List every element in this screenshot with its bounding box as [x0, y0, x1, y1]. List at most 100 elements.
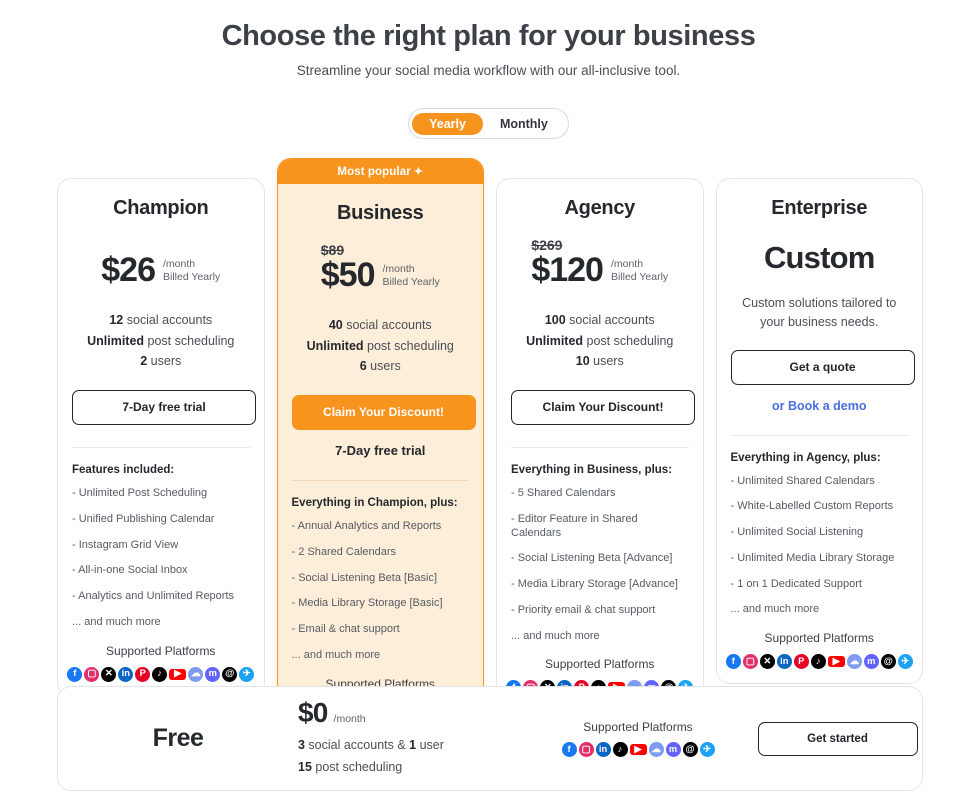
- tiktok-icon: ♪: [612, 742, 628, 757]
- plan-cta-button[interactable]: Claim Your Discount!: [291, 394, 476, 431]
- supported-platforms: Supported Platforms f▢✕inP♪▶☁m@✈: [717, 617, 923, 683]
- linkedin-icon: in: [118, 666, 134, 682]
- twitter-icon: ✈: [699, 742, 715, 757]
- pricing-page: Choose the right plan for your business …: [0, 0, 977, 803]
- plan-specs: 40 social accounts Unlimited post schedul…: [292, 315, 470, 377]
- feature-item: - Email & chat support: [291, 623, 400, 636]
- plan-spec: Unlimited post scheduling: [292, 336, 470, 357]
- features-list: Features included: - Unlimited Post Sched…: [58, 448, 264, 630]
- plan-spec: 2 users: [72, 351, 250, 372]
- plan-name: Business: [336, 202, 424, 224]
- feature-item: - Media Library Storage [Advance]: [511, 578, 678, 591]
- feature-item: - 5 Shared Calendars: [511, 487, 616, 500]
- features-list: Everything in Agency, plus: - Unlimited S…: [717, 436, 923, 618]
- facebook-icon: f: [67, 666, 83, 682]
- spec-label: social accounts: [342, 318, 432, 332]
- plan-description: Custom solutions tailored to your busine…: [742, 296, 897, 329]
- spec-value: Unlimited: [526, 333, 584, 348]
- plan-name: Agency: [564, 197, 636, 219]
- free-spec-posts: 15: [298, 759, 312, 774]
- feature-item: - Unlimited Media Library Storage: [730, 551, 895, 564]
- plan-cta-button[interactable]: Get a quote: [730, 349, 915, 385]
- plan-spec: 6 users: [292, 356, 470, 377]
- plan-specs: 100 social accounts Unlimited post schedu…: [511, 310, 689, 372]
- original-price: $89: [320, 241, 345, 258]
- plan-price: $50: [320, 255, 376, 294]
- book-a-demo-link[interactable]: or Book a demo: [731, 399, 909, 413]
- bluesky-icon: ☁: [846, 654, 862, 670]
- free-cta-wrapper: Get started: [753, 721, 922, 756]
- platforms-label: Supported Platforms: [545, 657, 655, 672]
- platform-icon-row: f▢✕inP♪▶☁m@✈: [67, 666, 255, 682]
- spec-value: 12: [109, 313, 124, 327]
- features-title: Everything in Business, plus:: [511, 464, 673, 477]
- pricing-card-champion: Champion $26/month Billed Yearly 12 social …: [57, 178, 265, 697]
- feature-item: - Unlimited Social Listening: [730, 526, 864, 539]
- price-meta: /month Billed Yearly: [383, 263, 440, 289]
- tiktok-icon: ♪: [810, 654, 826, 670]
- linkedin-icon: in: [595, 742, 611, 757]
- spec-value: 6: [359, 359, 367, 374]
- feature-item: - 2 Shared Calendars: [291, 545, 397, 558]
- feature-item: - Unified Publishing Calendar: [72, 512, 215, 525]
- free-price-period: /month: [333, 713, 366, 726]
- billing-note: Billed Yearly: [382, 275, 440, 288]
- linkedin-icon: in: [776, 654, 792, 670]
- price-period: /month: [610, 257, 644, 270]
- plan-cta-button[interactable]: 7-Day free trial: [72, 389, 256, 426]
- pricing-card-agency: Agency $269 $120/month Billed Yearly 100 soc…: [496, 178, 704, 711]
- features-title: Features included:: [72, 464, 175, 477]
- features-title: Everything in Champion, plus:: [291, 497, 458, 510]
- pinterest-icon: P: [793, 654, 809, 670]
- plan-name: Enterprise: [771, 197, 868, 219]
- spec-value: 10: [575, 354, 590, 369]
- youtube-icon: ▶: [169, 668, 187, 680]
- spec-label: social accounts: [565, 313, 655, 327]
- free-platform-icon-row: f ▢ in ♪ ▶ ☁ m @ ✈: [523, 742, 753, 757]
- billing-note: Billed Yearly: [610, 270, 669, 283]
- free-spec-posts-text: post scheduling: [311, 759, 403, 774]
- x-icon: ✕: [759, 654, 775, 670]
- spec-label: users: [589, 354, 624, 369]
- free-plan-name: Free: [152, 724, 204, 752]
- price-meta: /month Billed Yearly: [163, 258, 220, 284]
- threads-icon: @: [682, 742, 698, 757]
- instagram-icon: ▢: [578, 742, 594, 757]
- youtube-icon: ▶: [827, 656, 845, 668]
- feature-item: - 1 on 1 Dedicated Support: [730, 577, 862, 590]
- feature-item: - Unlimited Shared Calendars: [730, 474, 875, 487]
- feature-item: - Instagram Grid View: [72, 538, 179, 551]
- spec-value: Unlimited: [87, 333, 145, 348]
- plan-cta-button[interactable]: Claim Your Discount!: [511, 389, 695, 426]
- billing-note: Billed Yearly: [163, 270, 221, 283]
- feature-item: - Analytics and Unlimited Reports: [72, 590, 235, 603]
- price-block: $269 $120/month Billed Yearly: [511, 234, 689, 287]
- youtube-icon: ▶: [629, 744, 647, 755]
- toggle-option-yearly[interactable]: Yearly: [412, 112, 483, 135]
- x-icon: ✕: [101, 666, 117, 682]
- billing-toggle[interactable]: Yearly Monthly: [408, 108, 569, 140]
- feature-item: - Social Listening Beta [Basic]: [291, 571, 438, 584]
- free-supported-platforms: Supported Platforms f ▢ in ♪ ▶ ☁ m @ ✈: [523, 720, 753, 757]
- spec-label: users: [366, 359, 401, 374]
- feature-item: - Editor Feature in Shared Calendars: [511, 512, 638, 539]
- platforms-label: Supported Platforms: [106, 643, 216, 658]
- billing-toggle-wrapper: Yearly Monthly: [0, 108, 977, 140]
- free-platforms-label: Supported Platforms: [583, 720, 693, 734]
- price-period: /month: [382, 262, 415, 275]
- price-meta: /month Billed Yearly: [611, 258, 668, 284]
- most-popular-label: Most popular: [337, 166, 411, 178]
- platforms-label: Supported Platforms: [764, 631, 874, 646]
- feature-item: - Unlimited Post Scheduling: [72, 487, 208, 500]
- threads-icon: @: [880, 654, 896, 670]
- plan-specs: 12 social accounts Unlimited post schedul…: [72, 310, 250, 372]
- mastodon-icon: m: [863, 654, 879, 670]
- toggle-option-monthly[interactable]: Monthly: [483, 113, 565, 136]
- free-spec-users-text: user: [416, 738, 444, 753]
- bluesky-icon: ☁: [188, 666, 204, 682]
- get-started-button[interactable]: Get started: [757, 721, 918, 756]
- platform-icon-row: f▢✕inP♪▶☁m@✈: [725, 654, 913, 670]
- facebook-icon: f: [561, 742, 577, 757]
- spec-label: social accounts: [123, 313, 213, 327]
- free-spec-line-2: 15 post scheduling: [298, 758, 523, 777]
